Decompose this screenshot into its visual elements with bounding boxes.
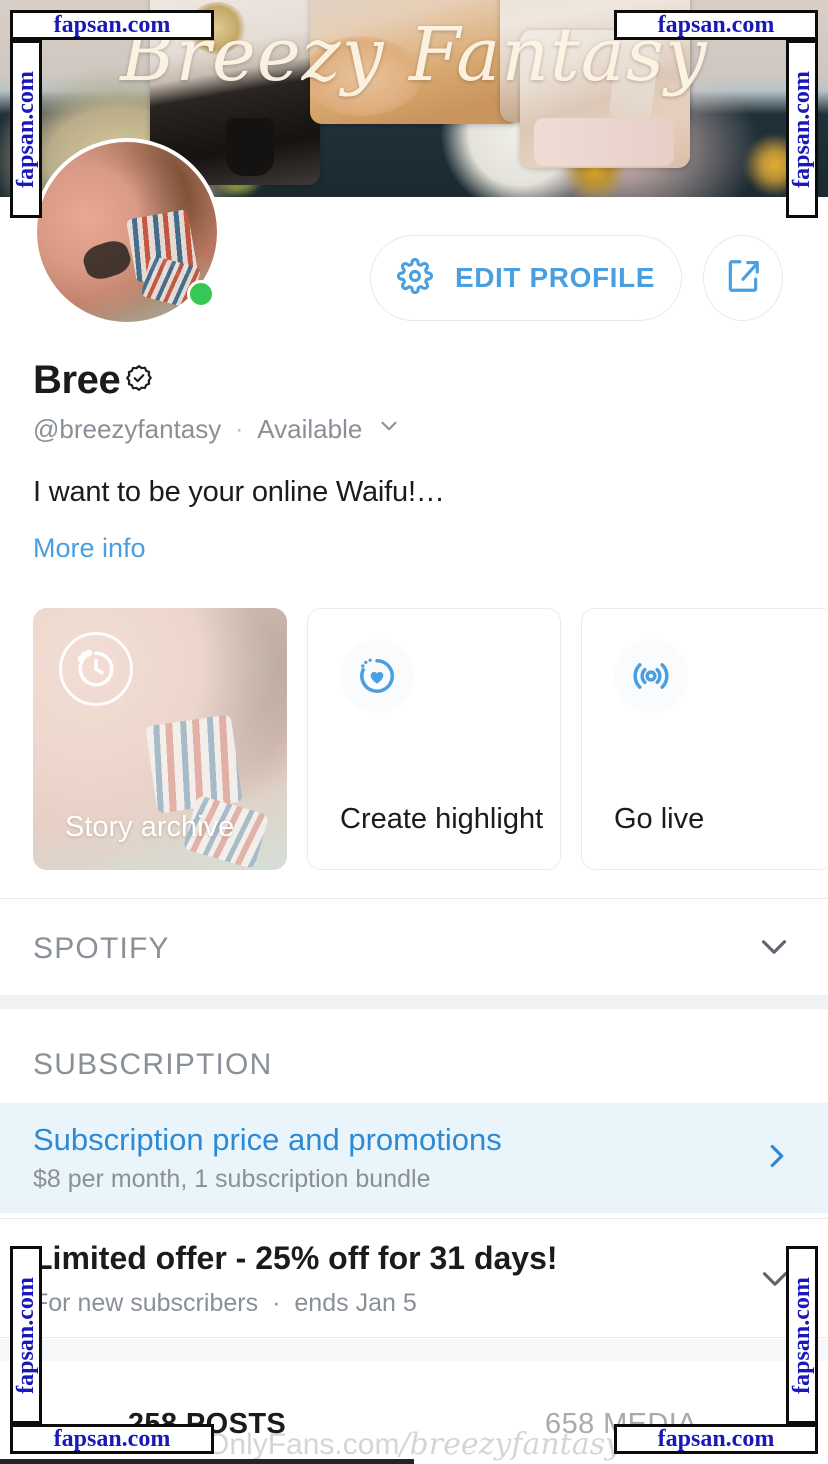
subscription-price-subtitle: $8 per month, 1 subscription bundle — [33, 1165, 431, 1193]
section-band-separator — [0, 995, 828, 1009]
site-watermark-bottom-right-horizontal: fapsan.com — [614, 1424, 818, 1454]
more-info-link[interactable]: More info — [33, 533, 146, 564]
site-watermark-top-right-horizontal: fapsan.com — [614, 10, 818, 40]
story-archive-label: Story archive — [65, 811, 235, 843]
subscription-header: SUBSCRIPTION — [33, 1048, 273, 1081]
availability-label: Available — [257, 414, 363, 444]
create-highlight-label: Create highlight — [340, 802, 544, 835]
chevron-right-icon[interactable] — [758, 1137, 796, 1180]
subscription-price-title: Subscription price and promotions — [33, 1122, 502, 1157]
edit-profile-button[interactable]: EDIT PROFILE — [370, 235, 682, 321]
divider-above-offer — [0, 1218, 828, 1219]
profile-name-row: Bree — [33, 358, 154, 403]
limited-offer-subtitle: For new subscribers · ends Jan 5 — [33, 1289, 558, 1318]
divider-above-spotify — [0, 898, 828, 899]
site-watermark-top-left-horizontal: fapsan.com — [10, 10, 214, 40]
share-icon — [724, 257, 762, 300]
handle-separator: · — [235, 415, 244, 443]
site-watermark-top-left-vertical: fapsan.com — [10, 40, 42, 218]
story-archive-card[interactable]: Story archive — [33, 608, 287, 870]
go-live-label: Go live — [614, 802, 705, 835]
edit-profile-label: EDIT PROFILE — [454, 262, 656, 293]
banner-collage-tile-4 — [520, 30, 690, 168]
spotify-section[interactable]: SPOTIFY — [0, 908, 828, 990]
clock-history-icon — [59, 632, 133, 706]
chevron-down-icon[interactable] — [753, 926, 795, 973]
profile-bio: I want to be your online Waifu!… — [33, 476, 445, 508]
limited-offer-audience: For new subscribers — [33, 1289, 259, 1317]
spotify-title: SPOTIFY — [33, 932, 170, 965]
limited-offer-separator: · — [272, 1289, 281, 1317]
create-highlight-card[interactable]: Create highlight — [307, 608, 561, 870]
banner-collage-tile-2 — [310, 0, 520, 124]
go-live-card[interactable]: Go live — [581, 608, 828, 870]
heart-highlight-icon — [340, 639, 414, 713]
site-watermark-top-right-vertical: fapsan.com — [786, 40, 818, 218]
username-handle: @breezyfantasy — [33, 414, 222, 444]
limited-offer-end-date: ends Jan 5 — [294, 1289, 417, 1317]
site-watermark-bottom-left-horizontal: fapsan.com — [10, 1424, 214, 1454]
site-watermark-bottom-right-vertical: fapsan.com — [786, 1246, 818, 1424]
divider-above-tabs — [0, 1337, 828, 1338]
chevron-down-icon[interactable] — [376, 413, 402, 446]
onlyfans-profile-screen: Breezy Fantasy EDIT PROFILE Bree @breezy… — [0, 0, 828, 1464]
profile-handle-row[interactable]: @breezyfantasy · Available — [33, 413, 402, 446]
gear-icon — [396, 257, 433, 299]
profile-quick-actions: Story archive Create highlight Go live — [33, 608, 828, 870]
verified-badge-icon — [124, 363, 154, 398]
story-card-detail-1 — [145, 714, 243, 814]
limited-offer-text: Limited offer - 25% off for 31 days! For… — [33, 1240, 558, 1318]
limited-offer-title: Limited offer - 25% off for 31 days! — [33, 1240, 558, 1276]
share-profile-button[interactable] — [703, 235, 783, 321]
profile-action-buttons: EDIT PROFILE — [370, 235, 783, 321]
site-watermark-bottom-left-vertical: fapsan.com — [10, 1246, 42, 1424]
display-name: Bree — [33, 358, 121, 402]
active-tab-indicator — [0, 1459, 414, 1464]
subscription-price-text: Subscription price and promotions $8 per… — [33, 1122, 502, 1194]
subscription-price-row[interactable]: Subscription price and promotions $8 per… — [0, 1103, 828, 1213]
tabs-band-separator — [0, 1339, 828, 1361]
limited-offer-row[interactable]: Limited offer - 25% off for 31 days! For… — [0, 1240, 828, 1318]
avatar[interactable] — [33, 138, 221, 326]
avatar-detail-dark — [79, 236, 134, 284]
broadcast-icon — [614, 639, 688, 713]
online-status-dot — [187, 280, 215, 308]
